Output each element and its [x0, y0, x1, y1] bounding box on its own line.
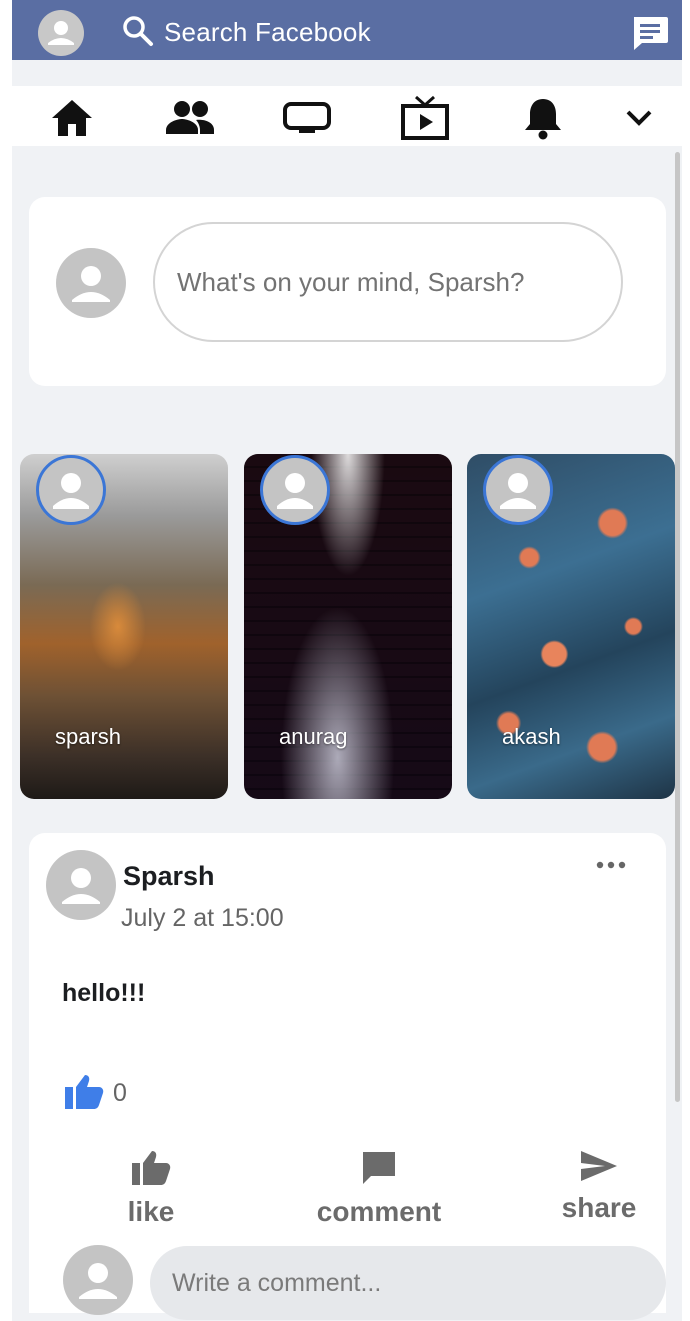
- comment-input[interactable]: Write a comment...: [150, 1246, 666, 1320]
- status-input[interactable]: What's on your mind, Sparsh?: [153, 222, 623, 342]
- nav-bar: [12, 86, 682, 146]
- top-bar: Search Facebook: [12, 0, 682, 60]
- profile-avatar-icon[interactable]: [38, 10, 84, 56]
- comment-label: comment: [316, 1196, 442, 1227]
- share-button[interactable]: share: [549, 1149, 649, 1224]
- share-icon: [581, 1151, 617, 1181]
- search-icon[interactable]: [122, 15, 154, 47]
- post-card: Sparsh July 2 at 15:00 hello!!! 0 like c…: [29, 833, 666, 1320]
- post-timestamp: July 2 at 15:00: [121, 904, 284, 932]
- author-avatar-icon[interactable]: [46, 850, 116, 920]
- scrollbar[interactable]: [675, 152, 680, 1102]
- bell-icon[interactable]: [523, 96, 563, 140]
- share-label: share: [561, 1192, 637, 1223]
- story-name: sparsh: [55, 724, 122, 749]
- friends-icon[interactable]: [164, 96, 216, 140]
- story-avatar-icon: [260, 455, 330, 525]
- like-icon: [132, 1151, 171, 1185]
- app-frame: Search Facebook What's on your mind, Spa…: [12, 0, 682, 1321]
- post-composer: What's on your mind, Sparsh?: [29, 197, 666, 386]
- like-label: like: [127, 1196, 175, 1227]
- story-avatar-icon: [36, 455, 106, 525]
- messenger-icon[interactable]: [630, 14, 670, 52]
- chevron-down-icon[interactable]: [624, 96, 654, 140]
- comment-button[interactable]: comment: [295, 1149, 463, 1228]
- post-author[interactable]: Sparsh: [123, 861, 215, 892]
- search-input[interactable]: Search Facebook: [164, 17, 371, 48]
- commenter-avatar-icon: [63, 1245, 133, 1315]
- composer-avatar-icon: [56, 248, 126, 318]
- tv-icon[interactable]: [400, 95, 450, 140]
- like-button[interactable]: like: [99, 1149, 203, 1228]
- home-icon[interactable]: [48, 96, 96, 140]
- screen-icon[interactable]: [282, 96, 332, 140]
- more-options-icon[interactable]: [595, 858, 627, 872]
- like-count: 0: [113, 1079, 127, 1107]
- comment-icon: [363, 1152, 395, 1184]
- story-card[interactable]: akash: [467, 454, 675, 799]
- story-card[interactable]: sparsh: [20, 454, 228, 799]
- story-avatar-icon: [483, 455, 553, 525]
- post-text: hello!!!: [62, 979, 146, 1007]
- story-name: akash: [502, 724, 561, 749]
- like-count-icon: [63, 1073, 105, 1111]
- story-card[interactable]: anurag: [244, 454, 452, 799]
- story-name: anurag: [279, 724, 348, 749]
